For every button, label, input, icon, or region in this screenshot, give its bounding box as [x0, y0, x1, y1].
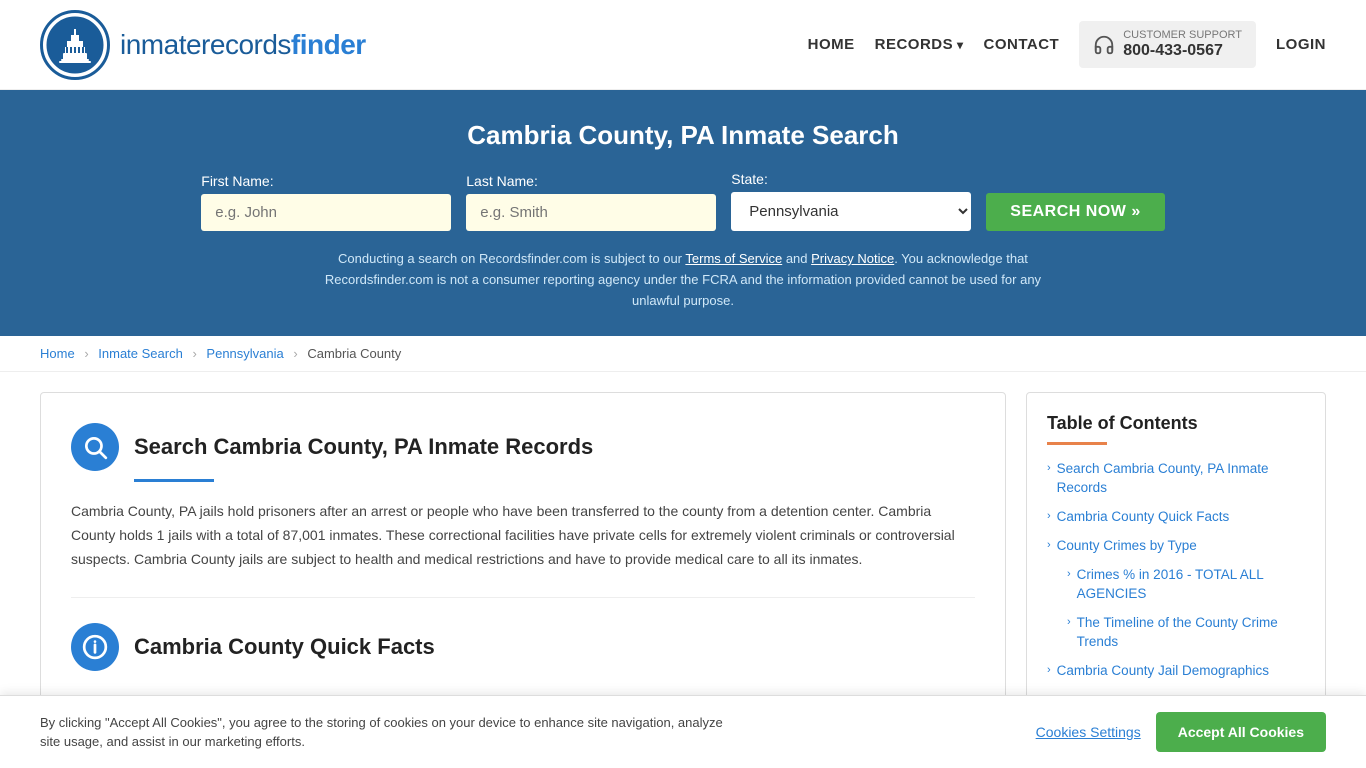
breadcrumb-sep-2: ›	[192, 346, 196, 361]
section1-header: Search Cambria County, PA Inmate Records	[71, 423, 975, 471]
accept-cookies-button[interactable]: Accept All Cookies	[1156, 712, 1326, 752]
nav-records[interactable]: RECORDS	[875, 36, 964, 53]
first-name-group: First Name:	[201, 173, 451, 231]
toc-title: Table of Contents	[1047, 413, 1305, 434]
search-button[interactable]: SEARCH NOW »	[986, 193, 1164, 231]
last-name-label: Last Name:	[466, 173, 538, 189]
breadcrumb-sep-1: ›	[84, 346, 88, 361]
toc-link-6[interactable]: Cambria County Jail Demographics	[1057, 662, 1269, 681]
logo-icon	[40, 10, 110, 80]
toc-link-2[interactable]: Cambria County Quick Facts	[1057, 508, 1230, 527]
section1-title: Search Cambria County, PA Inmate Records	[134, 434, 593, 460]
state-select[interactable]: Pennsylvania AlabamaAlaskaArizonaArkansa…	[731, 192, 971, 231]
info-icon	[82, 634, 108, 660]
logo-area[interactable]: inmaterecordsfinder	[40, 10, 366, 80]
breadcrumb-state[interactable]: Pennsylvania	[206, 346, 283, 361]
section2-title: Cambria County Quick Facts	[134, 634, 435, 660]
magnifier-icon	[82, 434, 108, 460]
breadcrumb-sep-3: ›	[293, 346, 297, 361]
chevron-icon: ›	[1047, 664, 1051, 676]
headset-icon	[1093, 34, 1115, 56]
breadcrumb-county: Cambria County	[307, 346, 401, 361]
toc-item-4: › Crimes % in 2016 - TOTAL ALL AGENCIES	[1047, 566, 1305, 604]
sidebar: Table of Contents › Search Cambria Count…	[1026, 392, 1326, 711]
hero-title: Cambria County, PA Inmate Search	[40, 120, 1326, 151]
nav-login[interactable]: LOGIN	[1276, 36, 1326, 53]
support-info: CUSTOMER SUPPORT 800-433-0567	[1123, 29, 1242, 60]
terms-link[interactable]: Terms of Service	[685, 251, 782, 266]
cookie-banner: By clicking "Accept All Cookies", you ag…	[0, 695, 1366, 768]
first-name-input[interactable]	[201, 194, 451, 231]
toc-link-1[interactable]: Search Cambria County, PA Inmate Records	[1057, 460, 1305, 498]
cookie-actions: Cookies Settings Accept All Cookies	[1036, 712, 1326, 752]
section1-body: Cambria County, PA jails hold prisoners …	[71, 500, 975, 571]
nav-contact[interactable]: CONTACT	[984, 36, 1060, 53]
customer-support[interactable]: CUSTOMER SUPPORT 800-433-0567	[1079, 21, 1256, 68]
section2-partial: Cambria County Quick Facts	[71, 597, 975, 671]
hero-banner: Cambria County, PA Inmate Search First N…	[0, 90, 1366, 336]
chevron-icon: ›	[1047, 462, 1051, 474]
main-content: Search Cambria County, PA Inmate Records…	[0, 372, 1366, 731]
toc-link-4[interactable]: Crimes % in 2016 - TOTAL ALL AGENCIES	[1077, 566, 1305, 604]
toc-item-3: › County Crimes by Type	[1047, 537, 1305, 556]
section2-icon	[71, 623, 119, 671]
toc-item-5: › The Timeline of the County Crime Trend…	[1047, 614, 1305, 652]
main-nav: HOME RECORDS CONTACT CUSTOMER SUPPORT 80…	[808, 21, 1326, 68]
breadcrumb-inmate-search[interactable]: Inmate Search	[98, 346, 183, 361]
state-group: State: Pennsylvania AlabamaAlaskaArizona…	[731, 171, 971, 231]
chevron-icon: ›	[1047, 510, 1051, 522]
toc-underline	[1047, 442, 1107, 445]
privacy-link[interactable]: Privacy Notice	[811, 251, 894, 266]
content-area: Search Cambria County, PA Inmate Records…	[40, 392, 1006, 711]
breadcrumb: Home › Inmate Search › Pennsylvania › Ca…	[0, 336, 1366, 372]
toc-item-2: › Cambria County Quick Facts	[1047, 508, 1305, 527]
toc-link-5[interactable]: The Timeline of the County Crime Trends	[1077, 614, 1305, 652]
search-form: First Name: Last Name: State: Pennsylvan…	[40, 171, 1326, 231]
last-name-input[interactable]	[466, 194, 716, 231]
support-label: CUSTOMER SUPPORT	[1123, 29, 1242, 42]
toc-item-6: › Cambria County Jail Demographics	[1047, 662, 1305, 681]
breadcrumb-home[interactable]: Home	[40, 346, 75, 361]
toc-link-3[interactable]: County Crimes by Type	[1057, 537, 1197, 556]
nav-home[interactable]: HOME	[808, 36, 855, 53]
site-header: inmaterecordsfinder HOME RECORDS CONTACT…	[0, 0, 1366, 90]
toc-item-1: › Search Cambria County, PA Inmate Recor…	[1047, 460, 1305, 498]
disclaimer-text: Conducting a search on Recordsfinder.com…	[308, 249, 1058, 311]
search-section-icon	[71, 423, 119, 471]
cookies-settings-button[interactable]: Cookies Settings	[1036, 724, 1141, 740]
last-name-group: Last Name:	[466, 173, 716, 231]
cookie-text: By clicking "Accept All Cookies", you ag…	[40, 713, 740, 752]
logo-text: inmaterecordsfinder	[120, 29, 366, 61]
first-name-label: First Name:	[201, 173, 273, 189]
support-number: 800-433-0567	[1123, 42, 1242, 60]
state-label: State:	[731, 171, 768, 187]
chevron-icon: ›	[1067, 568, 1071, 580]
section1-underline	[134, 479, 214, 482]
chevron-icon: ›	[1047, 539, 1051, 551]
chevron-icon: ›	[1067, 616, 1071, 628]
